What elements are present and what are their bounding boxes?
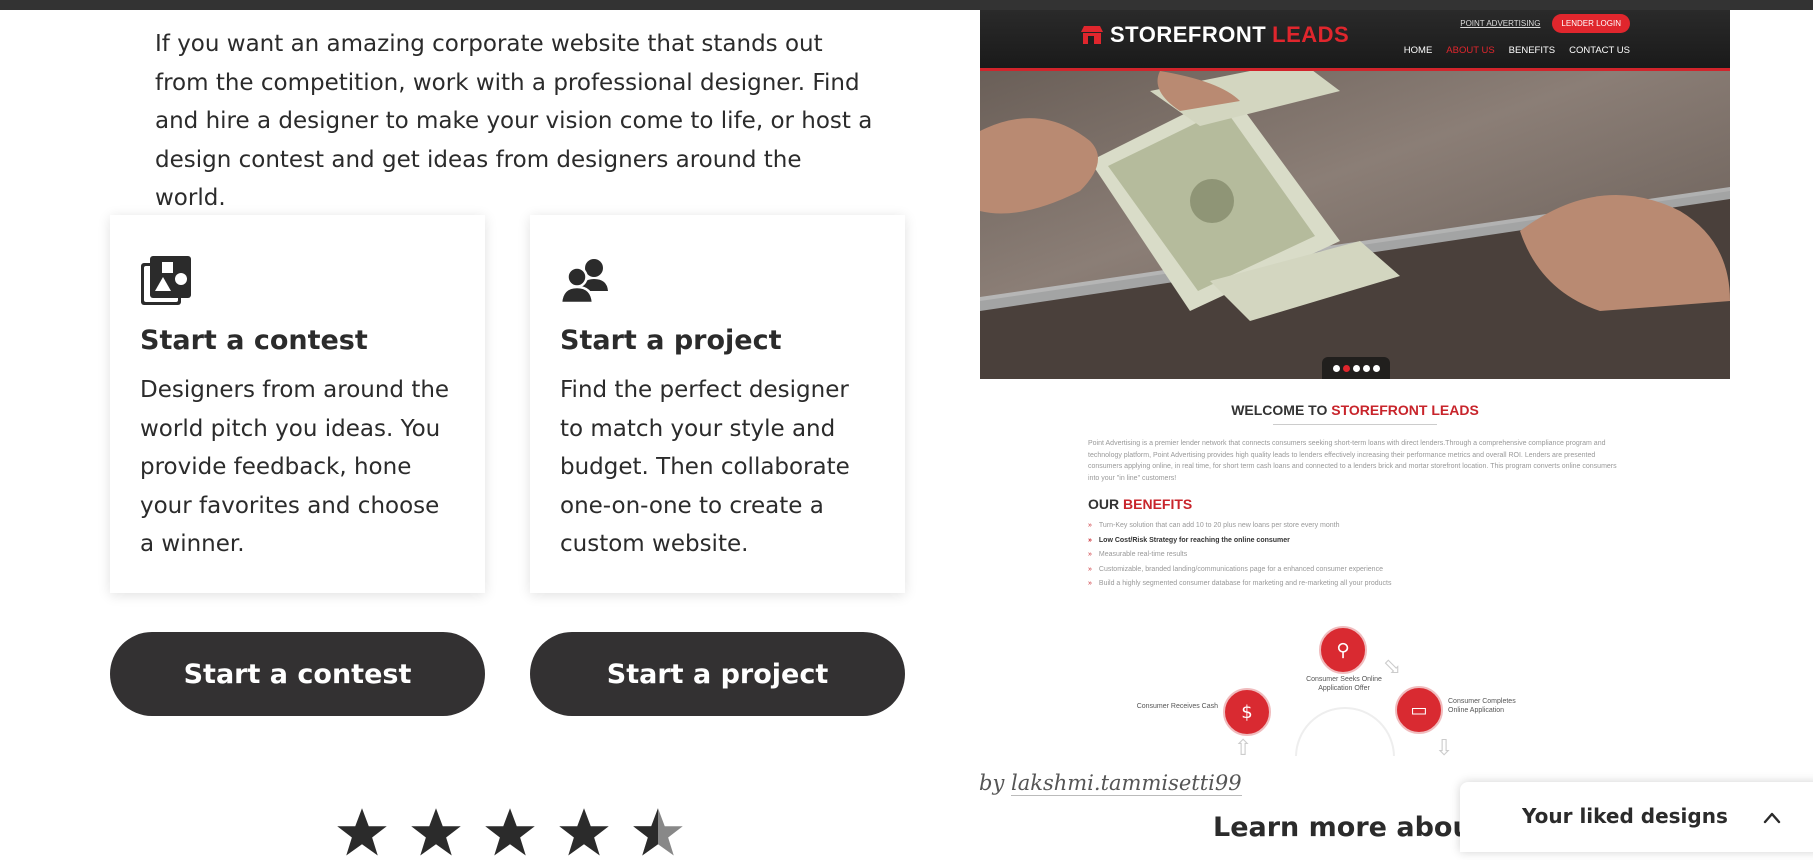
star-icon — [337, 808, 387, 856]
design-showcase-image[interactable]: STOREFRONT LEADS POINT ADVERTISING LENDE… — [980, 10, 1730, 756]
mock-welcome-heading: WELCOME TO STOREFRONT LEADS — [980, 402, 1730, 418]
cash-icon: $ — [1223, 688, 1271, 736]
mock-process-ring — [1295, 707, 1395, 756]
mock-nav-home: HOME — [1403, 45, 1433, 56]
arrow-icon: ⇩ — [1435, 736, 1454, 756]
chevron-up-icon[interactable] — [1762, 808, 1782, 828]
mock-benefit-item: Turn-Key solution that can add 10 to 20 … — [1088, 522, 1392, 537]
mock-top-links: POINT ADVERTISING LENDER LOGIN — [1460, 14, 1630, 33]
project-card-description: Find the perfect designer to match your … — [560, 377, 850, 557]
mock-step-completes: Consumer Completes Online Application — [1448, 698, 1516, 714]
mock-benefits-accent: BENEFITS — [1123, 496, 1193, 512]
mock-nav-contact: CONTACT US — [1569, 45, 1630, 56]
mock-benefits-list: Turn-Key solution that can add 10 to 20 … — [1088, 522, 1392, 595]
mock-benefit-item: Low Cost/Risk Strategy for reaching the … — [1088, 537, 1392, 552]
mock-benefit-item: Measurable real-time results — [1088, 551, 1392, 566]
learn-more-heading: Learn more about — [1213, 812, 1485, 843]
storefront-icon — [1081, 26, 1103, 44]
mock-benefit-item: Customizable, branded landing/communicat… — [1088, 566, 1392, 581]
contest-images-icon — [141, 256, 191, 305]
project-card: Start a project Find the perfect designe… — [530, 215, 905, 593]
mock-nav-benefits: BENEFITS — [1508, 45, 1556, 56]
start-project-button[interactable]: Start a project — [530, 632, 905, 716]
mock-benefit-item: Build a highly segmented consumer databa… — [1088, 580, 1392, 595]
money-exchange-illustration — [980, 71, 1730, 379]
search-icon: ⚲ — [1319, 626, 1367, 674]
mock-step-receives: Consumer Receives Cash — [1136, 703, 1218, 710]
mock-benefits-prefix: OUR — [1088, 496, 1120, 512]
liked-designs-label: Your liked designs — [1522, 804, 1728, 828]
mock-logo-accent: LEADS — [1272, 22, 1350, 47]
mock-nav-about: ABOUT US — [1446, 45, 1495, 56]
contest-card-description: Designers from around the world pitch yo… — [140, 377, 450, 557]
intro-text: If you want an amazing corporate website… — [155, 31, 873, 211]
monitor-icon: ▭ — [1395, 686, 1443, 734]
project-card-title: Start a project — [560, 325, 782, 356]
mock-divider — [1273, 424, 1437, 425]
mock-step-seeks: Consumer Seeks Online Application Offer — [1306, 676, 1382, 692]
arrow-icon: ⇧ — [1234, 736, 1253, 756]
design-credit: by lakshmi.tammisetti99 — [979, 771, 1242, 796]
mock-hero-photo — [980, 71, 1730, 379]
half-star-icon — [633, 808, 683, 856]
people-icon — [560, 259, 608, 305]
rating-stars — [335, 806, 685, 860]
mock-welcome-accent: STOREFRONT LEADS — [1331, 402, 1479, 418]
mock-lender-login: LENDER LOGIN — [1552, 14, 1630, 33]
star-icon — [485, 808, 535, 856]
star-icon — [411, 808, 461, 856]
mock-header: STOREFRONT LEADS POINT ADVERTISING LENDE… — [980, 10, 1730, 71]
start-contest-button[interactable]: Start a contest — [110, 632, 485, 716]
credit-prefix: by — [979, 771, 1005, 795]
mock-slider-dots — [1322, 357, 1390, 379]
mock-logo: STOREFRONT LEADS — [1080, 22, 1349, 48]
mock-welcome-prefix: WELCOME TO — [1231, 402, 1328, 418]
mock-top-link: POINT ADVERTISING — [1460, 19, 1541, 28]
top-bar — [0, 0, 1813, 10]
liked-designs-panel[interactable]: Your liked designs — [1460, 782, 1813, 852]
mock-logo-main: STOREFRONT — [1110, 22, 1267, 47]
contest-card-title: Start a contest — [140, 325, 368, 356]
designer-link[interactable]: lakshmi.tammisetti99 — [1011, 771, 1242, 796]
star-icon — [559, 808, 609, 856]
mock-paragraph: Point Advertising is a premier lender ne… — [1088, 440, 1617, 482]
mock-nav: HOME ABOUT US BENEFITS CONTACT US — [1404, 45, 1630, 56]
contest-card: Start a contest Designers from around th… — [110, 215, 485, 593]
mock-benefits-heading: OUR BENEFITS — [1088, 496, 1192, 512]
